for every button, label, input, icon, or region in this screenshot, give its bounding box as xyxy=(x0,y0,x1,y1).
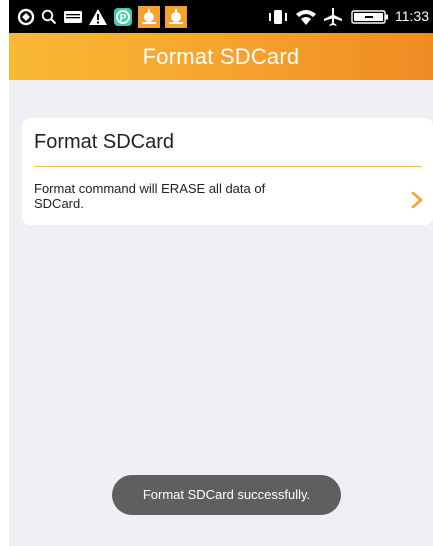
toast: Format SDCard successfully. xyxy=(112,475,341,515)
warning-icon xyxy=(87,0,109,33)
sync-icon xyxy=(15,0,37,33)
status-bar: P 11:33 xyxy=(9,0,433,33)
notification-icon xyxy=(164,0,188,33)
card-title: Format SDCard xyxy=(34,131,175,153)
toast-message: Format SDCard successfully. xyxy=(142,487,311,502)
app-screen: P 11:33 Format SDCard Format SDCard Form… xyxy=(9,0,433,546)
svg-text:P: P xyxy=(120,13,127,24)
app-p-icon: P xyxy=(112,0,134,33)
notification-icon xyxy=(137,0,161,33)
card-description: Format command will ERASE all data of SD… xyxy=(34,181,266,211)
page-title: Format SDCard xyxy=(142,44,300,69)
title-bar: Format SDCard xyxy=(9,33,433,80)
format-sdcard-card[interactable]: Format SDCard Format command will ERASE … xyxy=(22,118,433,225)
vibrate-icon xyxy=(267,0,289,33)
card-divider xyxy=(34,166,422,167)
status-time: 11:33 xyxy=(395,8,429,24)
search-icon xyxy=(39,0,59,33)
airplane-icon xyxy=(322,0,344,33)
keyboard-icon xyxy=(62,0,84,33)
chevron-right-icon[interactable] xyxy=(407,190,427,210)
wifi-icon xyxy=(294,0,318,33)
battery-icon xyxy=(349,0,391,33)
